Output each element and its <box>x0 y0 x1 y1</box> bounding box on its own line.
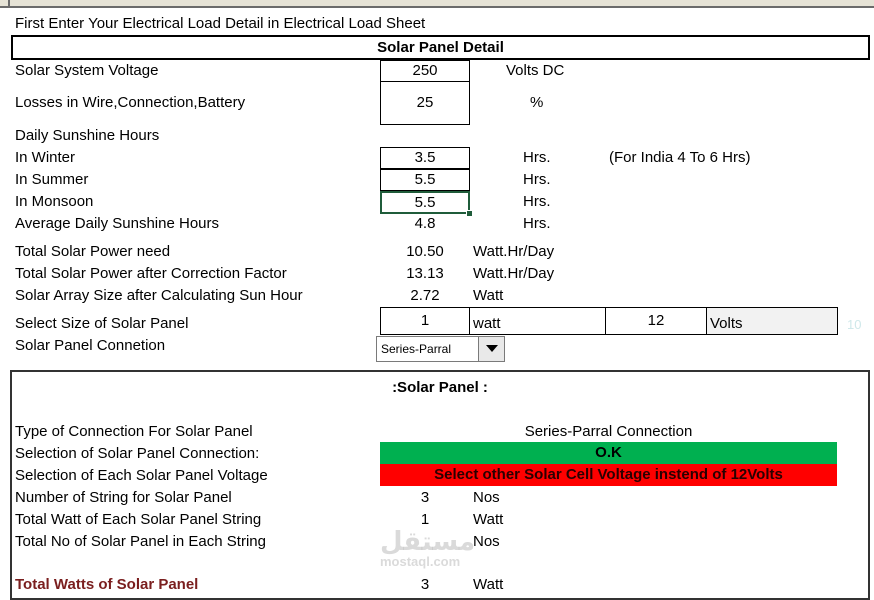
summer-label: In Summer <box>15 171 89 188</box>
losses-unit: % <box>530 94 544 111</box>
panel-volt-unit: Volts <box>706 307 838 335</box>
total-power-corr-unit: Watt.Hr/Day <box>473 265 555 282</box>
watt-string-unit: Watt <box>473 511 504 528</box>
monsoon-unit: Hrs. <box>523 193 551 210</box>
array-size-unit: Watt <box>473 287 504 304</box>
winter-input[interactable]: 3.5 <box>380 147 470 169</box>
strings-label: Number of String for Solar Panel <box>15 489 232 506</box>
winter-unit: Hrs. <box>523 149 551 166</box>
sunshine-heading: Daily Sunshine Hours <box>15 127 160 144</box>
average-unit: Hrs. <box>523 215 551 232</box>
watermark-logo: مستقل mostaql.com <box>380 526 476 569</box>
winter-note: (For India 4 To 6 Hrs) <box>609 149 751 166</box>
total-watts-value: 3 <box>420 576 430 593</box>
array-size-label: Solar Array Size after Calculating Sun H… <box>15 287 303 304</box>
chevron-down-icon[interactable] <box>478 337 504 361</box>
total-power-corr-value: 13.13 <box>406 265 444 282</box>
monsoon-input[interactable]: 5.5 <box>380 191 470 214</box>
panel-title: :Solar Panel : <box>392 379 488 396</box>
window-top-border-left <box>0 0 10 8</box>
panel-size-label: Select Size of Solar Panel <box>15 315 189 332</box>
losses-label: Losses in Wire,Connection,Battery <box>15 94 246 111</box>
watermark-arabic: مستقل <box>380 526 476 556</box>
average-label: Average Daily Sunshine Hours <box>15 215 220 232</box>
panel-watt-input[interactable]: 1 <box>380 307 470 335</box>
connection-select[interactable]: Series-Parral <box>376 336 505 362</box>
system-voltage-label: Solar System Voltage <box>15 62 159 79</box>
total-watts-unit: Watt <box>473 576 504 593</box>
panels-string-unit: Nos <box>473 533 500 550</box>
total-power-label: Total Solar Power need <box>15 243 171 260</box>
header-note: First Enter Your Electrical Load Detail … <box>15 15 426 32</box>
watermark-latin: mostaql.com <box>380 554 461 569</box>
strings-value: 3 <box>420 489 430 506</box>
summer-unit: Hrs. <box>523 171 551 188</box>
connection-type-value: Series-Parral Connection <box>524 423 693 440</box>
connection-select-value: Series-Parral <box>381 342 452 356</box>
total-power-value: 10.50 <box>406 243 444 260</box>
strings-unit: Nos <box>473 489 500 506</box>
connection-label: Solar Panel Connetion <box>15 337 166 354</box>
panel-voltage-warning: Select other Solar Cell Voltage instend … <box>380 464 837 486</box>
panels-string-label: Total No of Solar Panel in Each String <box>15 533 266 550</box>
window-top-border <box>0 0 874 8</box>
winter-label: In Winter <box>15 149 76 166</box>
system-voltage-unit: Volts DC <box>506 62 565 79</box>
total-power-unit: Watt.Hr/Day <box>473 243 555 260</box>
summer-input[interactable]: 5.5 <box>380 169 470 191</box>
system-voltage-input[interactable]: 250 <box>380 60 470 82</box>
section-title: Solar Panel Detail <box>11 35 870 60</box>
panel-voltage-label: Selection of Each Solar Panel Voltage <box>15 467 268 484</box>
total-watts-label: Total Watts of Solar Panel <box>15 576 199 593</box>
connection-status-ok: O.K <box>380 442 837 464</box>
array-size-value: 2.72 <box>410 287 440 304</box>
losses-input[interactable]: 25 <box>380 81 470 125</box>
panel-watt-unit: watt <box>469 307 606 335</box>
total-power-corr-label: Total Solar Power after Correction Facto… <box>15 265 287 282</box>
connection-type-label: Type of Connection For Solar Panel <box>15 423 253 440</box>
panel-size-hidden-value: 10 <box>847 317 862 332</box>
monsoon-label: In Monsoon <box>15 193 94 210</box>
panel-volt-input[interactable]: 12 <box>605 307 707 335</box>
connection-selection-label: Selection of Solar Panel Connection: <box>15 445 260 462</box>
average-value: 4.8 <box>414 215 436 232</box>
watt-string-label: Total Watt of Each Solar Panel String <box>15 511 262 528</box>
